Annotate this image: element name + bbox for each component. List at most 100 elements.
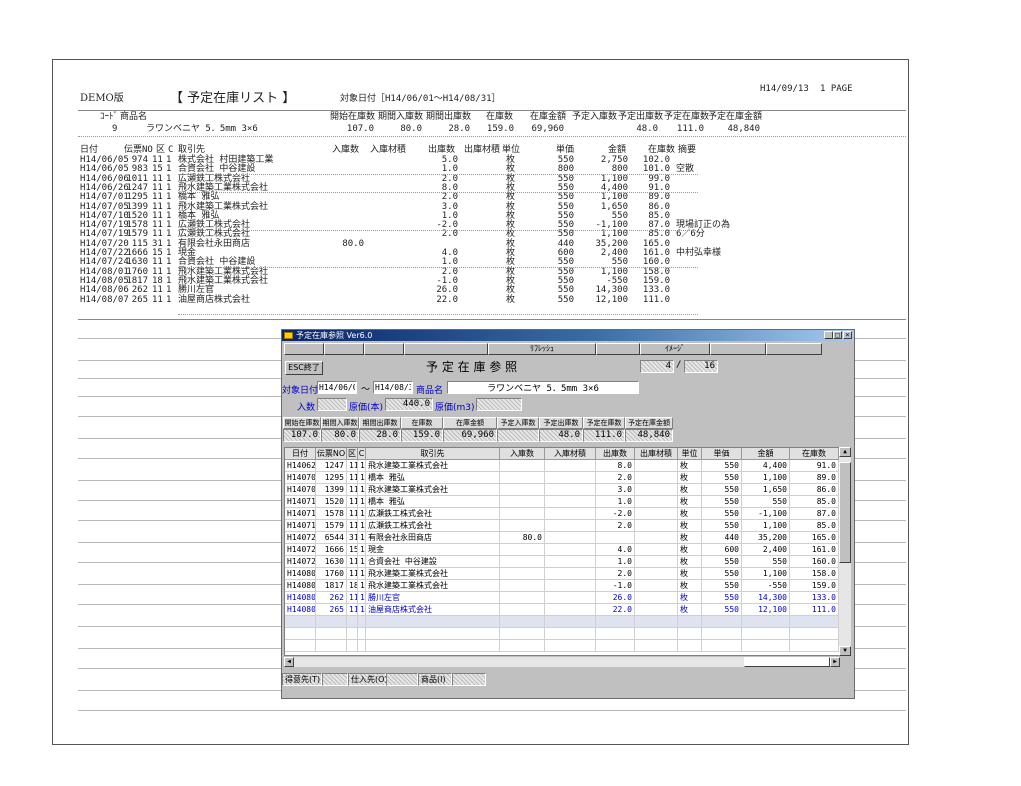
toolbar-slot-9[interactable] — [766, 343, 822, 355]
grid-cell-price — [702, 628, 742, 639]
grid-header-cell[interactable]: 出庫数 — [596, 448, 635, 460]
grid-header-cell[interactable]: 単価 — [702, 448, 742, 460]
date-from-input[interactable] — [317, 381, 357, 394]
grid-cell-price — [702, 616, 742, 627]
grid-cell-in-vol — [545, 508, 596, 519]
refresh-button[interactable]: ﾘﾌﾚｯｼｭ — [488, 343, 596, 355]
grid-row[interactable]: H1407191579111広瀬鉄工株式会社2.0枚5501,10085.0 — [285, 520, 839, 532]
customer-filter-value[interactable] — [322, 673, 348, 686]
grid-header-cell[interactable]: 単位 — [678, 448, 702, 460]
supplier-filter[interactable]: 仕入先(O) — [348, 673, 388, 686]
grid-row[interactable]: H1407051399111飛水建築工業株式会社3.0枚5501,65086.0 — [285, 484, 839, 496]
summary-header: 予定出庫数 — [539, 417, 583, 429]
grid-cell-out-vol — [635, 640, 678, 651]
grid-row-empty[interactable] — [285, 628, 839, 640]
horizontal-scroll-thumb[interactable] — [744, 657, 830, 667]
grid-cell-out-vol — [635, 544, 678, 555]
close-button[interactable]: × — [843, 331, 852, 339]
grid-cell-kubun: 11 — [349, 556, 358, 567]
grid-row[interactable]: H1406261247111飛水建築工業株式会社8.0枚5504,40091.0 — [285, 460, 839, 472]
scroll-left-icon[interactable]: ◀ — [284, 657, 294, 667]
grid-cell-in-vol — [545, 460, 596, 471]
supplier-filter-value[interactable] — [386, 673, 418, 686]
report-cell-slip: 265 — [131, 294, 148, 305]
toolbar-slot-2[interactable] — [324, 343, 364, 355]
summary-header: 開始在庫数 — [283, 417, 321, 429]
grid-cell-out-vol — [635, 568, 678, 579]
toolbar-slot-3[interactable] — [364, 343, 404, 355]
grid-cell-price — [702, 640, 742, 651]
grid-header-cell[interactable]: 日付 — [285, 448, 316, 460]
grid-row[interactable]: H1407011295111橋本 雅弘2.0枚5501,10089.0 — [285, 472, 839, 484]
grid-cell-partner: 橋本 雅弘 — [366, 496, 500, 507]
product-filter-value[interactable] — [452, 673, 486, 686]
grid-cell-in-vol — [545, 640, 596, 651]
grid-cell-stock: 111.0 — [790, 604, 839, 615]
report-item-stock: 159.0 — [486, 124, 514, 134]
vertical-scroll-thumb[interactable] — [839, 462, 851, 563]
report-col-partner: 取引先 — [178, 145, 206, 155]
grid-header-cell[interactable]: 取引先 — [366, 448, 500, 460]
maximize-button[interactable]: □ — [833, 331, 842, 339]
customer-filter[interactable]: 得意先(T) — [282, 673, 322, 686]
grid-row[interactable]: H140806262111勝川左官26.0枚55014,300133.0 — [285, 592, 839, 604]
vertical-scrollbar[interactable]: ▲ ▼ — [839, 447, 851, 656]
product-input[interactable] — [447, 381, 639, 394]
grid-row[interactable]: H1407206544311有限会社永田商店80.0 枚44035,200165.… — [285, 532, 839, 544]
esc-exit-button[interactable]: ESC終了 — [285, 361, 323, 375]
grid-cell-partner: 合資会社 中谷建設 — [366, 556, 500, 567]
grid-header-cell[interactable]: C — [358, 448, 366, 460]
grid-header-cell[interactable]: 出庫材積 — [635, 448, 678, 460]
summary-value: 28.0 — [359, 429, 401, 442]
report-col-stock: 在庫数 — [648, 145, 676, 155]
summary-value: 69,960 — [443, 429, 497, 442]
title-bar[interactable]: 予定在庫参照 Ver6.0 _ □ × — [282, 330, 854, 341]
toolbar-slot-4[interactable] — [404, 343, 488, 355]
grid-cell-stock: 85.0 — [790, 520, 839, 531]
detail-grid[interactable]: 日付 伝票NO 区 C 取引先 入庫数 入庫材積 出庫数 出庫材積 単位 単価 金額 在庫数 H1406… — [284, 447, 840, 656]
image-button[interactable]: ｲﾒｰｼﾞ — [640, 343, 710, 355]
grid-cell-date: H140701 — [287, 472, 316, 483]
grid-header-cell[interactable]: 在庫数 — [790, 448, 839, 460]
horizontal-scrollbar[interactable]: ◀ ▶ — [284, 657, 840, 667]
grid-cell-date: H140724 — [287, 556, 316, 567]
grid-row[interactable]: H1408051817181飛水建築工業株式会社 -1.0 枚550-550159.… — [285, 580, 839, 592]
grid-row[interactable]: H1407241630111合資会社 中谷建設1.0枚550550160.0 — [285, 556, 839, 568]
grid-row[interactable]: H1407101520111橋本 雅弘1.0枚55055085.0 — [285, 496, 839, 508]
report-item-open-qty: 107.0 — [346, 124, 374, 134]
grid-header-cell[interactable]: 入庫数 — [500, 448, 545, 460]
minimize-button[interactable]: _ — [824, 331, 833, 339]
grid-header-cell[interactable]: 伝票NO — [316, 448, 347, 460]
product-filter[interactable]: 商品(I) — [418, 673, 452, 686]
report-col-unit: 単位 — [502, 145, 521, 155]
scroll-down-icon[interactable]: ▼ — [839, 646, 851, 656]
grid-cell-slip: 1295 — [316, 472, 347, 483]
grid-cell-price: 550 — [702, 472, 742, 483]
grid-cell-out-qty: 1.0 — [596, 496, 635, 507]
grid-row[interactable]: H140807265111油屋商店株式会社22.0枚55012,100111.0 — [285, 604, 839, 616]
scroll-up-icon[interactable]: ▲ — [839, 447, 851, 457]
scroll-right-icon[interactable]: ▶ — [830, 657, 840, 667]
report-col-in-qty: 入庫数 — [332, 145, 360, 155]
grid-row[interactable]: H1407221666151現金 4.0 枚6002,400161.0 — [285, 544, 839, 556]
grid-cell-partner — [366, 628, 500, 639]
grid-cell-unit: 枚 — [678, 496, 702, 507]
grid-header-cell[interactable]: 区 — [347, 448, 358, 460]
grid-header-cell[interactable]: 入庫材積 — [545, 448, 596, 460]
summary-value: 107.0 — [283, 429, 321, 442]
grid-row[interactable]: H1408011760111飛水建築工業株式会社2.0枚5501,100158.… — [285, 568, 839, 580]
date-to-input[interactable] — [373, 381, 413, 394]
toolbar-slot-1[interactable] — [284, 343, 324, 355]
grid-row-empty[interactable] — [285, 640, 839, 652]
toolbar-slot-8[interactable] — [710, 343, 766, 355]
grid-row-empty[interactable] — [285, 616, 839, 628]
grid-cell-slip: 1247 — [316, 460, 347, 471]
grid-cell-unit: 枚 — [678, 508, 702, 519]
toolbar-slot-6[interactable] — [596, 343, 640, 355]
report-cell-memo: 中村弘幸様 — [676, 248, 722, 258]
grid-cell-in-vol — [545, 532, 596, 543]
grid-cell-partner: 広瀬鉄工株式会社 — [366, 508, 500, 519]
grid-row[interactable]: H1407191578111広瀬鉄工株式会社-2.0枚550-1,10087.0 — [285, 508, 839, 520]
grid-header-cell[interactable]: 金額 — [742, 448, 790, 460]
grid-cell-unit: 枚 — [678, 568, 702, 579]
